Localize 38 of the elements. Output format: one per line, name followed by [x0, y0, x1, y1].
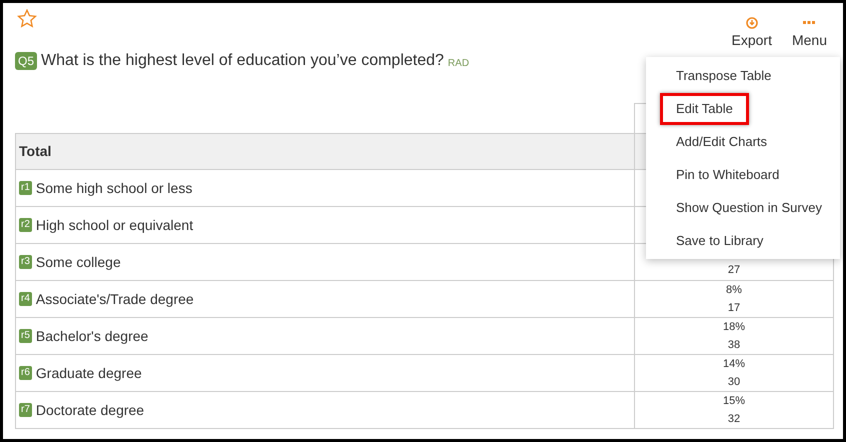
row-label: High school or equivalent: [36, 216, 194, 235]
question-text: What is the highest level of education you’ve completed?: [41, 51, 444, 71]
star-icon[interactable]: [17, 9, 37, 28]
menu-item[interactable]: Transpose Table: [660, 60, 788, 92]
row-code: r4: [19, 292, 32, 306]
count-value: 38: [728, 338, 740, 353]
dots-icon: [803, 21, 816, 25]
count-value: 17: [728, 301, 740, 316]
percent-value: 15%: [722, 394, 746, 409]
question-type: RAD: [448, 56, 470, 70]
row-code: r2: [19, 218, 32, 232]
row-code: r1: [19, 181, 32, 195]
row-label: Doctorate degree: [36, 400, 144, 420]
row-label: Graduate degree: [36, 364, 142, 383]
percent-value: 18%: [722, 320, 746, 335]
row-label: Associate's/Trade degree: [36, 290, 194, 309]
count-value: 32: [728, 412, 740, 427]
menu-item[interactable]: Pin to Whiteboard: [660, 158, 796, 190]
percent-value: 8%: [726, 283, 742, 298]
percent-value: 14%: [722, 357, 746, 372]
menu-button[interactable]: Menu: [792, 17, 827, 48]
row-code: r7: [19, 403, 32, 417]
row-code: r6: [19, 366, 32, 380]
total-header: Total: [16, 134, 635, 169]
count-value: 30: [728, 375, 740, 390]
menu-item[interactable]: Save to Library: [660, 224, 780, 256]
row-label: Some college: [36, 252, 121, 272]
menu-item[interactable]: Add/Edit Charts: [660, 126, 784, 158]
menu-item[interactable]: Show Question in Survey: [660, 192, 838, 224]
row-label: Bachelor's degree: [36, 326, 148, 346]
row-code: r3: [19, 255, 32, 269]
row-code: r5: [19, 329, 32, 343]
question-code: Q5: [15, 52, 38, 70]
download-icon: [746, 17, 758, 29]
count-value: 27: [728, 263, 740, 278]
menu-item[interactable]: Edit Table: [660, 92, 749, 124]
row-label: Some high school or less: [36, 178, 192, 198]
export-button[interactable]: Export: [732, 17, 772, 48]
